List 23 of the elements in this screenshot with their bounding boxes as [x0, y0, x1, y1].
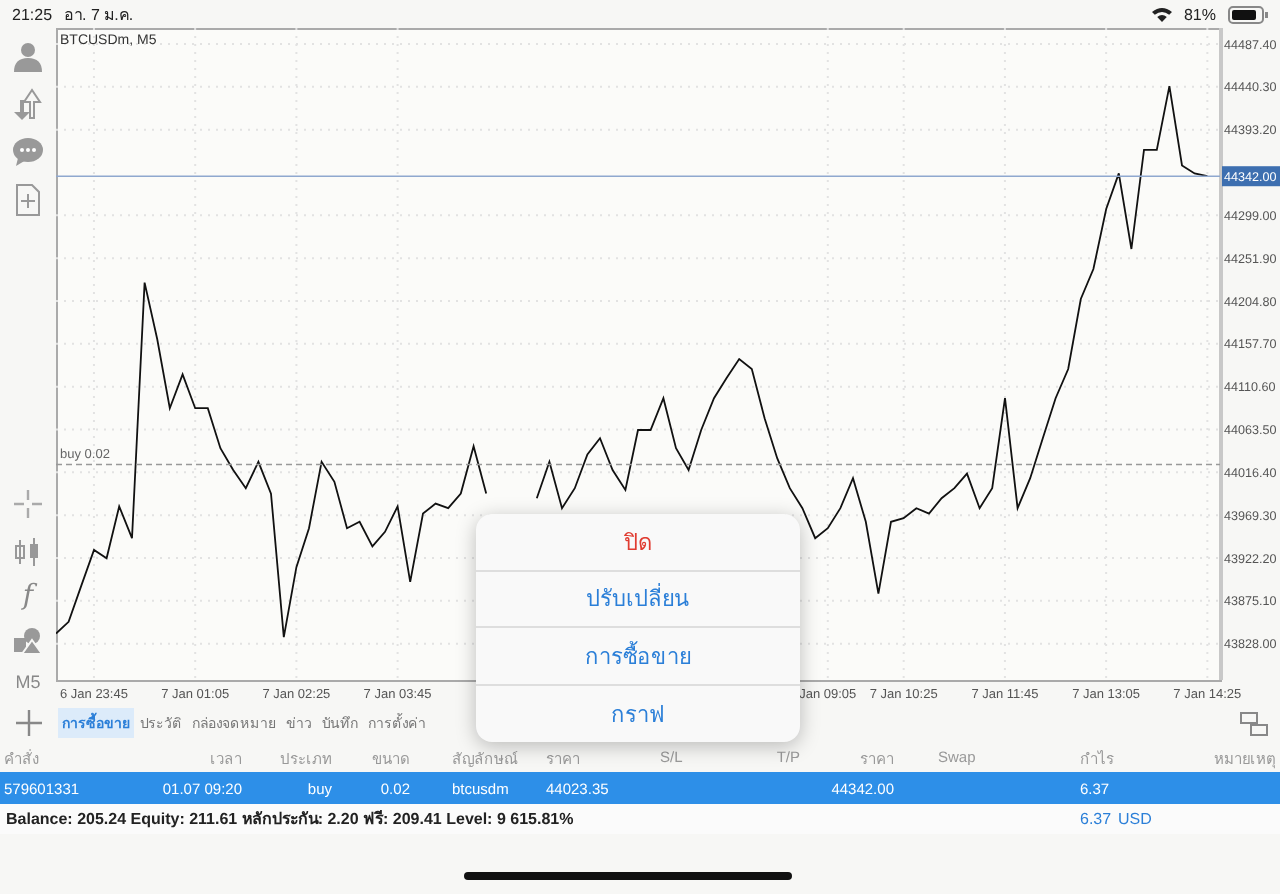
add-icon[interactable] — [15, 710, 41, 736]
person-icon[interactable] — [12, 40, 44, 72]
layout-icon[interactable] — [1240, 711, 1268, 735]
currency: USD — [1118, 810, 1152, 828]
shapes-icon[interactable] — [12, 624, 44, 656]
transfer-arrows-icon[interactable] — [12, 88, 44, 120]
add-document-icon[interactable] — [12, 184, 44, 216]
sheet-option[interactable]: การซื้อขาย — [476, 628, 800, 685]
total-profit: 6.37 — [1080, 810, 1114, 828]
battery-icon — [1228, 5, 1268, 23]
account-summary: Balance: 205.24 Equity: 211.61 หลักประกัน: 2.20 ฟรี: 209.41 Level: 9 615.81% — [4, 808, 576, 832]
candlestick-icon[interactable] — [12, 536, 44, 568]
crosshair-icon[interactable] — [12, 488, 44, 520]
battery-percent: 81% — [1183, 5, 1216, 23]
sheet-option[interactable]: ปรับเปลี่ยน — [476, 571, 800, 628]
sheet-option[interactable]: กราฟ — [476, 685, 800, 742]
clock: 21:25 — [12, 5, 53, 23]
function-icon[interactable]: f — [22, 580, 34, 612]
wifi-icon — [1151, 6, 1172, 22]
sheet-option[interactable]: ปิด — [476, 514, 800, 571]
timeframe-button[interactable]: M5 — [15, 672, 41, 692]
chat-bubble-icon[interactable] — [12, 136, 44, 168]
date: อา. 7 ม.ค. — [64, 3, 134, 27]
